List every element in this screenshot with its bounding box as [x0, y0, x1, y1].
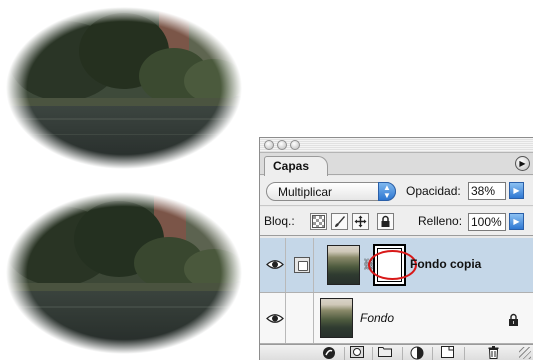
layer-mask-mode-cell[interactable] [290, 238, 314, 292]
layer-thumbnail [327, 245, 360, 285]
lock-row: Bloq.: Relleno: 100% ▶ [260, 207, 533, 236]
updown-arrows-icon: ▲ ▼ [378, 182, 396, 201]
lock-icon [381, 215, 390, 227]
opacity-label: Opacidad: [406, 184, 461, 198]
minimize-window-button[interactable] [277, 140, 287, 150]
layer-row-fondo-copia[interactable]: ⛓ Fondo copia [260, 238, 533, 293]
resize-grip-icon[interactable] [519, 347, 531, 359]
lock-position-button[interactable] [352, 213, 369, 230]
checker-icon [312, 215, 325, 228]
new-set-icon [378, 347, 392, 357]
vignette-photo-bottom [4, 191, 244, 356]
lock-label: Bloq.: [264, 214, 295, 228]
panel-tab-row: Capas ▶ [260, 153, 533, 176]
fill-slider-button[interactable]: ▶ [509, 213, 524, 230]
blend-mode-value: Multiplicar [278, 185, 333, 199]
layers-panel: Capas ▶ Multiplicar ▲ ▼ Opacidad: 38% ▶ B… [259, 137, 533, 360]
new-layer-icon [440, 346, 454, 358]
mask-mode-icon [294, 257, 310, 273]
add-mask-button[interactable] [346, 346, 368, 360]
eye-icon [266, 314, 284, 323]
layer-thumbnail [320, 298, 353, 338]
layer-style-button[interactable] [318, 346, 340, 360]
brush-icon [335, 216, 345, 227]
delete-layer-button[interactable] [482, 346, 504, 360]
move-icon [354, 215, 367, 228]
trash-icon [488, 346, 498, 359]
layer-row-fondo[interactable]: Fondo [260, 293, 533, 344]
lock-icon [509, 313, 518, 326]
new-set-button[interactable] [374, 346, 396, 360]
opacity-input[interactable]: 38% [468, 182, 506, 200]
new-layer-button[interactable] [436, 346, 458, 360]
tab-capas-label: Capas [273, 159, 310, 173]
lock-transparency-button[interactable] [310, 213, 327, 230]
panel-menu-button[interactable]: ▶ [515, 156, 530, 171]
adjustment-layer-button[interactable] [406, 346, 428, 360]
triangle-right-icon: ▶ [519, 159, 526, 168]
blend-mode-select[interactable]: Multiplicar ▲ ▼ [266, 182, 396, 201]
lock-all-button[interactable] [377, 213, 394, 230]
panel-titlebar[interactable] [260, 138, 533, 153]
opacity-slider-button[interactable]: ▶ [509, 182, 524, 199]
tab-capas[interactable]: Capas [264, 156, 328, 176]
visibility-toggle[interactable] [264, 238, 286, 292]
add-mask-icon [350, 346, 364, 358]
layer-mode-cell[interactable] [290, 293, 314, 343]
fill-input[interactable]: 100% [468, 213, 506, 231]
blend-row: Multiplicar ▲ ▼ Opacidad: 38% ▶ [260, 176, 533, 206]
vignette-photo-top [4, 6, 244, 171]
layers-bottom-bar [260, 344, 533, 360]
layer-style-icon [323, 347, 335, 359]
zoom-window-button[interactable] [290, 140, 300, 150]
visibility-toggle[interactable] [264, 293, 286, 343]
triangle-right-icon: ▶ [513, 217, 520, 226]
layer-name[interactable]: Fondo [360, 311, 394, 325]
triangle-right-icon: ▶ [513, 186, 520, 195]
close-window-button[interactable] [264, 140, 274, 150]
lock-image-button[interactable] [331, 213, 348, 230]
eye-icon [266, 260, 284, 269]
layer-name[interactable]: Fondo copia [410, 257, 481, 271]
fill-label: Relleno: [418, 214, 463, 228]
adjustment-layer-icon [410, 346, 424, 360]
